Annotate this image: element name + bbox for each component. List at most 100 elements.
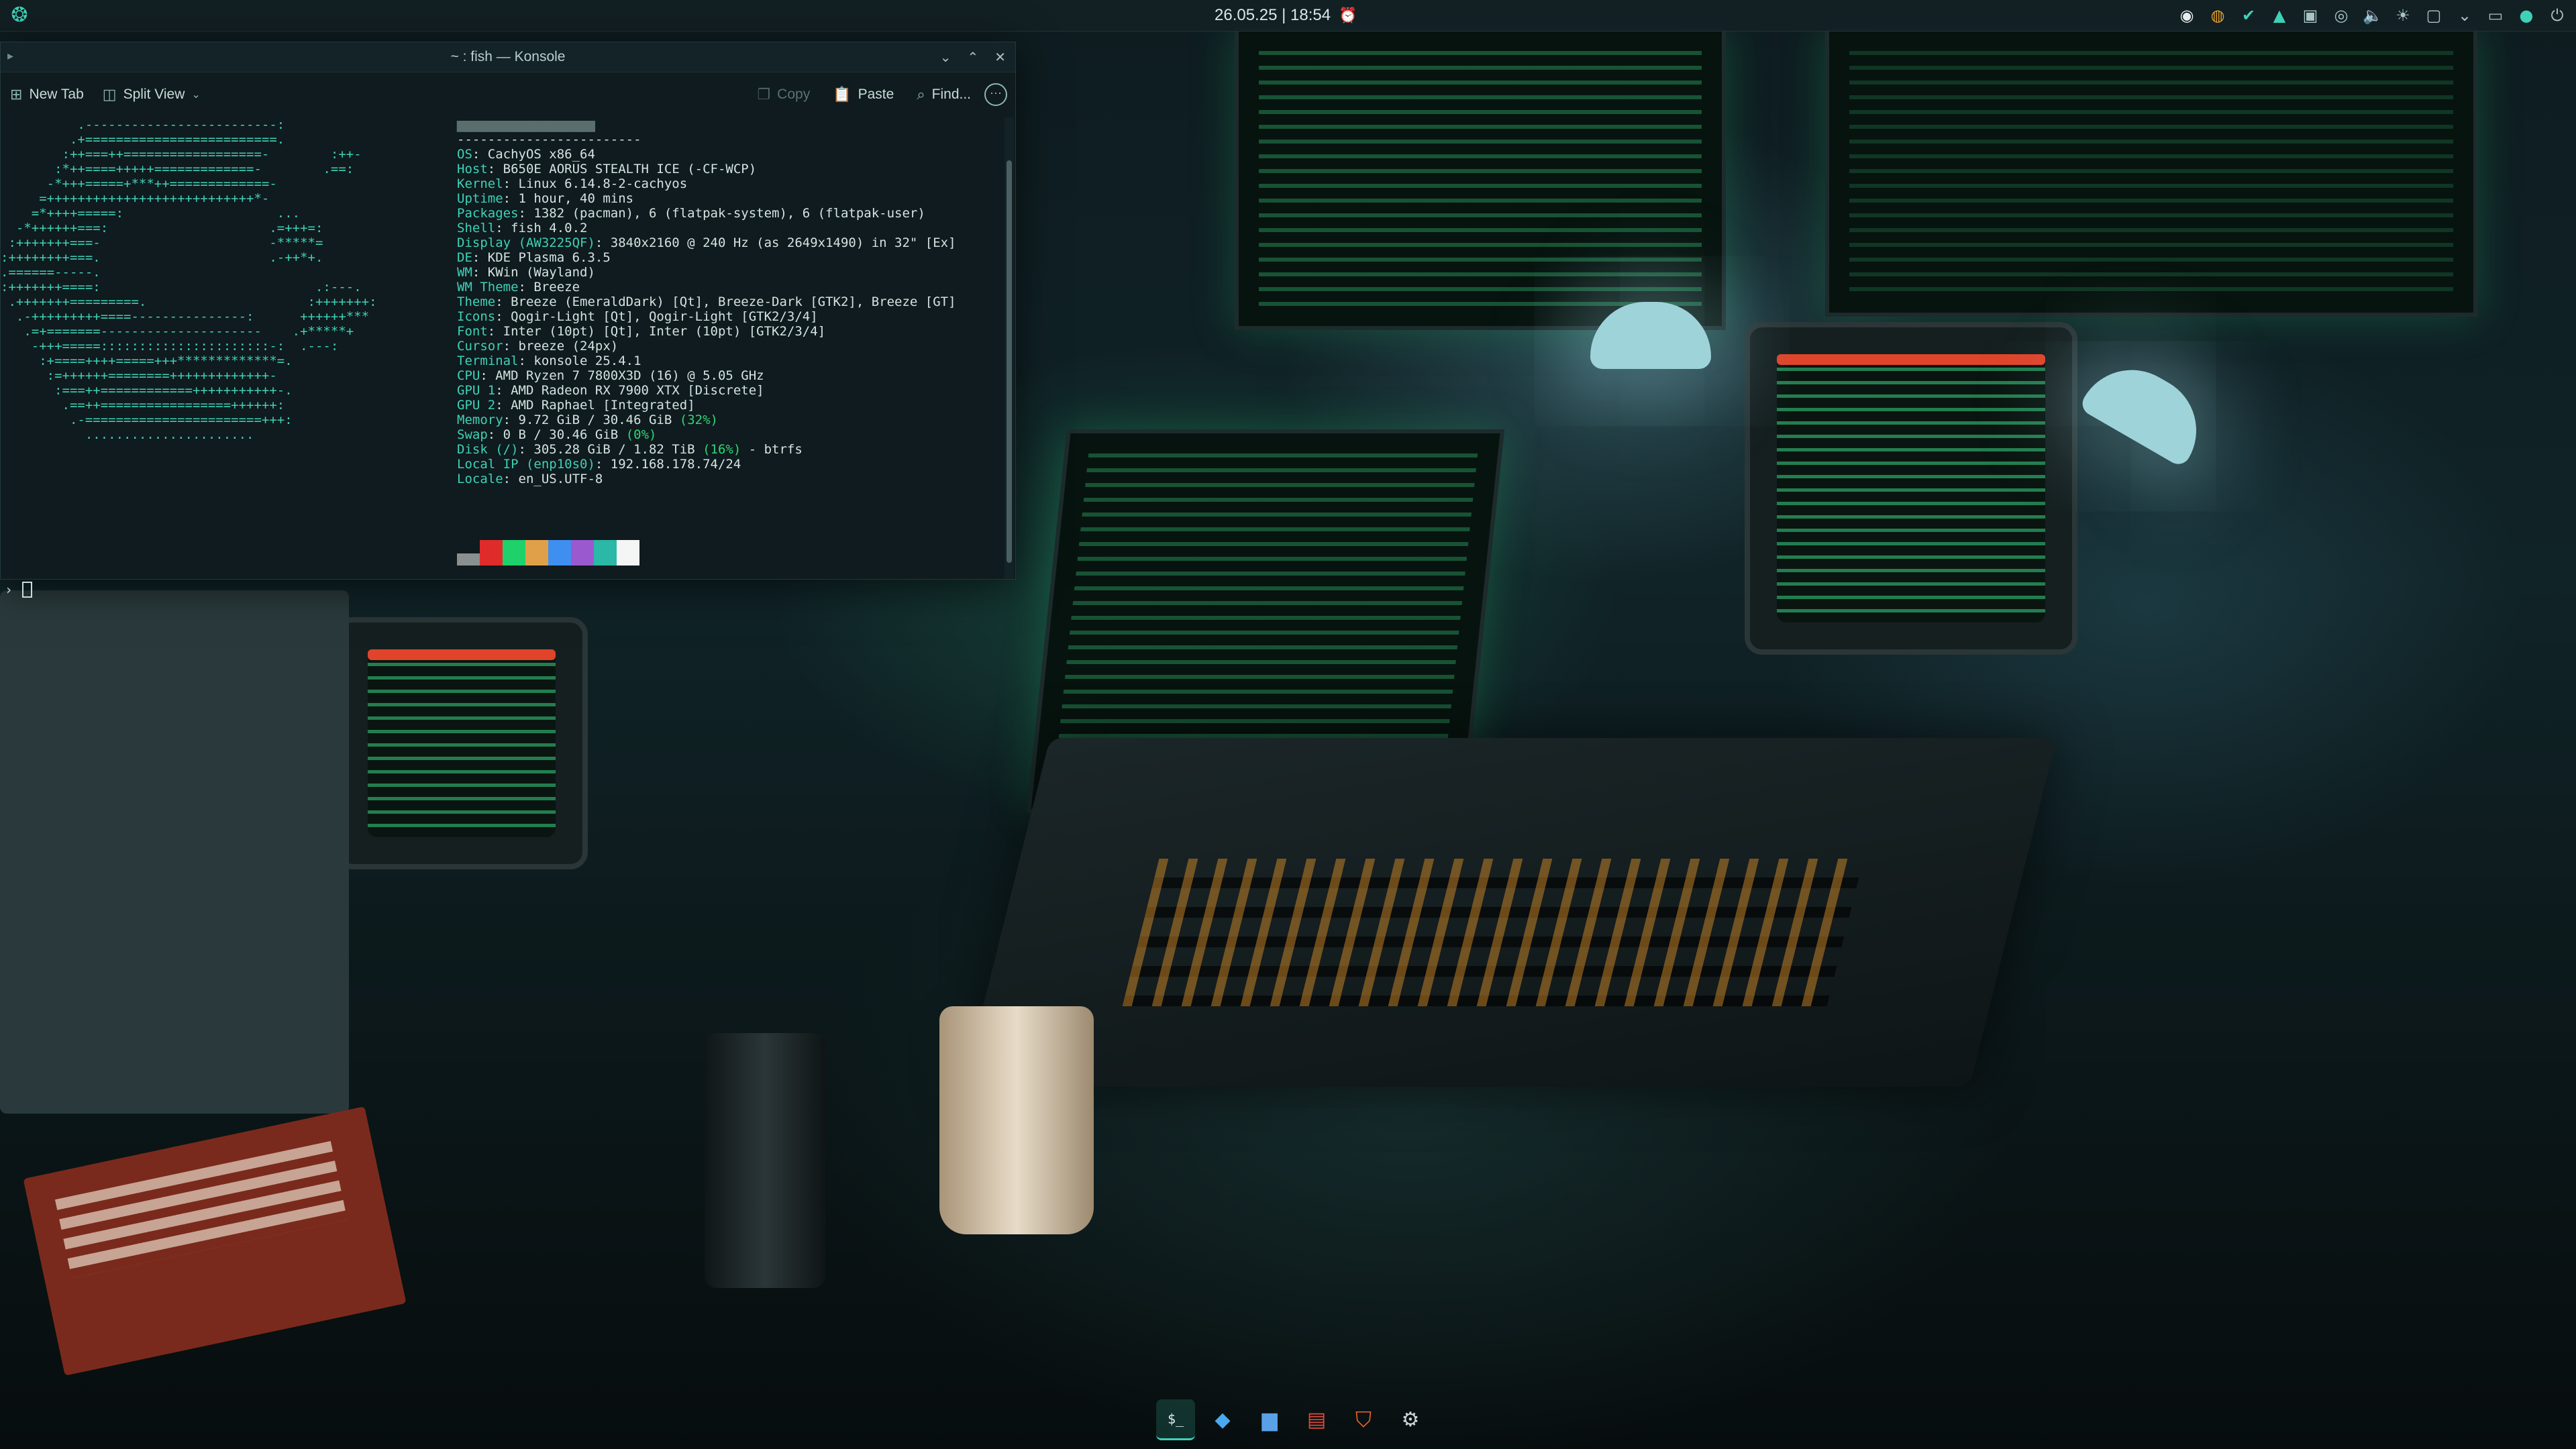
hamburger-menu-icon[interactable]: ⋯	[984, 83, 1007, 106]
info-row: Disk (/): 305.28 GiB / 1.82 TiB (16%) - …	[457, 442, 803, 457]
konsole-window[interactable]: ▸ ~ : fish — Konsole ⌄ ⌃ ✕ ⊞ New Tab ◫ S…	[0, 42, 1016, 598]
volume-icon[interactable]: 🔈	[2363, 6, 2383, 25]
taskbar-file-manager-icon[interactable]: ▆	[1250, 1400, 1289, 1439]
info-value: Qogir-Light [Qt], Qogir-Light [GTK2/3/4]	[511, 309, 818, 324]
wallpaper-equipment-rack	[0, 590, 349, 1114]
info-key: Disk (/)	[457, 442, 519, 457]
info-key: Display (AW3225QF)	[457, 235, 595, 250]
brightness-icon[interactable]: ☀	[2393, 6, 2412, 25]
info-value: AMD Ryzen 7 7800X3D (16) @ 5.05 GHz	[495, 368, 764, 383]
new-tab-button[interactable]: ⊞ New Tab	[1, 78, 93, 111]
steam-icon[interactable]: ✔	[2239, 6, 2258, 25]
taskbar-office-icon[interactable]: ▤	[1297, 1400, 1336, 1439]
info-value: breeze (24px)	[518, 339, 619, 354]
info-row: Locale: en_US.UTF-8	[457, 472, 603, 486]
info-row: Kernel: Linux 6.14.8-2-cachyos	[457, 176, 688, 191]
terminal-scrollbar[interactable]	[1004, 117, 1014, 579]
info-header-separator: ------------------------	[457, 132, 641, 147]
taskbar-konsole-icon[interactable]: $_	[1156, 1399, 1195, 1440]
info-key: Kernel	[457, 176, 503, 191]
info-value: AMD Radeon RX 7900 XTX [Discrete]	[511, 383, 764, 398]
taskbar-vscode-icon[interactable]: ◆	[1203, 1400, 1242, 1439]
info-value: 3840x2160 @ 240 Hz (as 2649x1490) in 32"…	[610, 235, 956, 250]
terminal-view[interactable]: .-------------------------: .+==========…	[1, 117, 1002, 598]
clock[interactable]: 26.05.25 | 18:54 ⏰	[1215, 4, 1357, 27]
wallpaper-coffee-cup	[939, 1006, 1094, 1234]
text-cursor	[22, 582, 33, 598]
info-key: Uptime	[457, 191, 503, 206]
split-view-button[interactable]: ◫ Split View ⌄	[93, 78, 210, 111]
info-key: Packages	[457, 206, 519, 221]
info-value: 9.72 GiB / 30.46 GiB	[518, 413, 680, 427]
info-key: Font	[457, 324, 488, 339]
copy-label: Copy	[777, 87, 811, 102]
split-view-label: Split View	[123, 87, 185, 102]
info-key: Cursor	[457, 339, 503, 354]
paste-button[interactable]: 📋 Paste	[823, 78, 903, 111]
app-launcher-icon[interactable]: ❂	[8, 4, 31, 27]
palette-swatch	[480, 540, 503, 566]
info-key: CPU	[457, 368, 480, 383]
info-key: Memory	[457, 413, 503, 427]
info-key: Host	[457, 162, 488, 176]
info-row: GPU 1: AMD Radeon RX 7900 XTX [Discrete]	[457, 383, 764, 398]
chevron-down-icon[interactable]: ⌄	[2455, 6, 2474, 25]
info-value: 1 hour, 40 mins	[518, 191, 634, 206]
info-value-tail: - btrfs	[741, 442, 803, 457]
info-row: WM: KWin (Wayland)	[457, 265, 595, 280]
search-icon: ⌕	[917, 86, 925, 103]
find-label: Find...	[931, 87, 971, 102]
palette-swatch	[617, 540, 639, 566]
info-row: Icons: Qogir-Light [Qt], Qogir-Light [GT…	[457, 309, 818, 324]
info-key: DE	[457, 250, 472, 265]
power-icon[interactable]: ⏻	[2548, 6, 2567, 25]
close-button[interactable]: ✕	[994, 49, 1006, 65]
shell-prompt[interactable]: ›	[5, 582, 33, 598]
taskbar-steam-icon[interactable]: ⚙	[1391, 1400, 1430, 1439]
info-row: Display (AW3225QF): 3840x2160 @ 240 Hz (…	[457, 235, 956, 250]
taskbar-brave-icon[interactable]: ⛉	[1344, 1400, 1383, 1439]
info-key: OS	[457, 147, 472, 162]
wallpaper-monitor-top	[1235, 27, 1726, 330]
info-row: Local IP (enp10s0): 192.168.178.74/24	[457, 457, 741, 472]
network-icon[interactable]: ▭	[2486, 6, 2505, 25]
scrollbar-thumb[interactable]	[1007, 160, 1012, 563]
info-key: GPU 2	[457, 398, 496, 413]
info-row: Font: Inter (10pt) [Qt], Inter (10pt) [G…	[457, 324, 826, 339]
chrome-icon[interactable]: ◍	[2208, 6, 2227, 25]
taskbar: $_ ◆ ▆ ▤ ⛉ ⚙	[1149, 1398, 1437, 1441]
alarm-icon: ⏰	[1339, 7, 1357, 23]
info-value: 192.168.178.74/24	[610, 457, 741, 472]
maximize-button[interactable]: ⌃	[967, 49, 978, 65]
info-key: Locale	[457, 472, 503, 486]
palette-swatch	[503, 540, 525, 566]
copy-icon: ❐	[757, 86, 771, 103]
info-row: Theme: Breeze (EmeraldDark) [Qt], Breeze…	[457, 294, 956, 309]
info-value: en_US.UTF-8	[518, 472, 603, 486]
info-value: CachyOS x86_64	[487, 147, 595, 162]
info-value: Breeze (EmeraldDark) [Qt], Breeze-Dark […	[511, 294, 956, 309]
find-button[interactable]: ⌕ Find...	[907, 78, 980, 111]
system-tray: ◉ ◍ ✔ ▲ ▣ ◎ 🔈 ☀ ▢ ⌄ ▭ ● ⏻	[2177, 4, 2567, 27]
info-value: konsole 25.4.1	[533, 354, 641, 368]
battery-icon[interactable]: ●	[2517, 6, 2536, 25]
info-percent: (16%)	[703, 442, 741, 457]
prompt-symbol: ›	[5, 582, 13, 598]
minimize-button[interactable]: ⌄	[940, 49, 951, 65]
info-key: Theme	[457, 294, 496, 309]
info-value: KWin (Wayland)	[487, 265, 595, 280]
arch-update-icon[interactable]: ▲	[2270, 6, 2289, 25]
info-row: CPU: AMD Ryzen 7 7800X3D (16) @ 5.05 GHz	[457, 368, 764, 383]
info-row: Swap: 0 B / 30.46 GiB (0%)	[457, 427, 657, 442]
vpn-icon[interactable]: ◎	[2332, 6, 2351, 25]
info-key: Terminal	[457, 354, 519, 368]
new-tab-label: New Tab	[29, 87, 84, 102]
wallpaper-keyboard	[1122, 859, 1864, 1006]
window-titlebar[interactable]: ▸ ~ : fish — Konsole ⌄ ⌃ ✕	[1, 42, 1015, 72]
palette-swatch	[525, 540, 548, 566]
notifications-icon[interactable]: ▢	[2424, 6, 2443, 25]
discord-icon[interactable]: ◉	[2177, 6, 2196, 25]
wallpaper-book	[23, 1106, 407, 1376]
copy-button[interactable]: ❐ Copy	[748, 78, 819, 111]
clipboard-icon[interactable]: ▣	[2301, 6, 2320, 25]
